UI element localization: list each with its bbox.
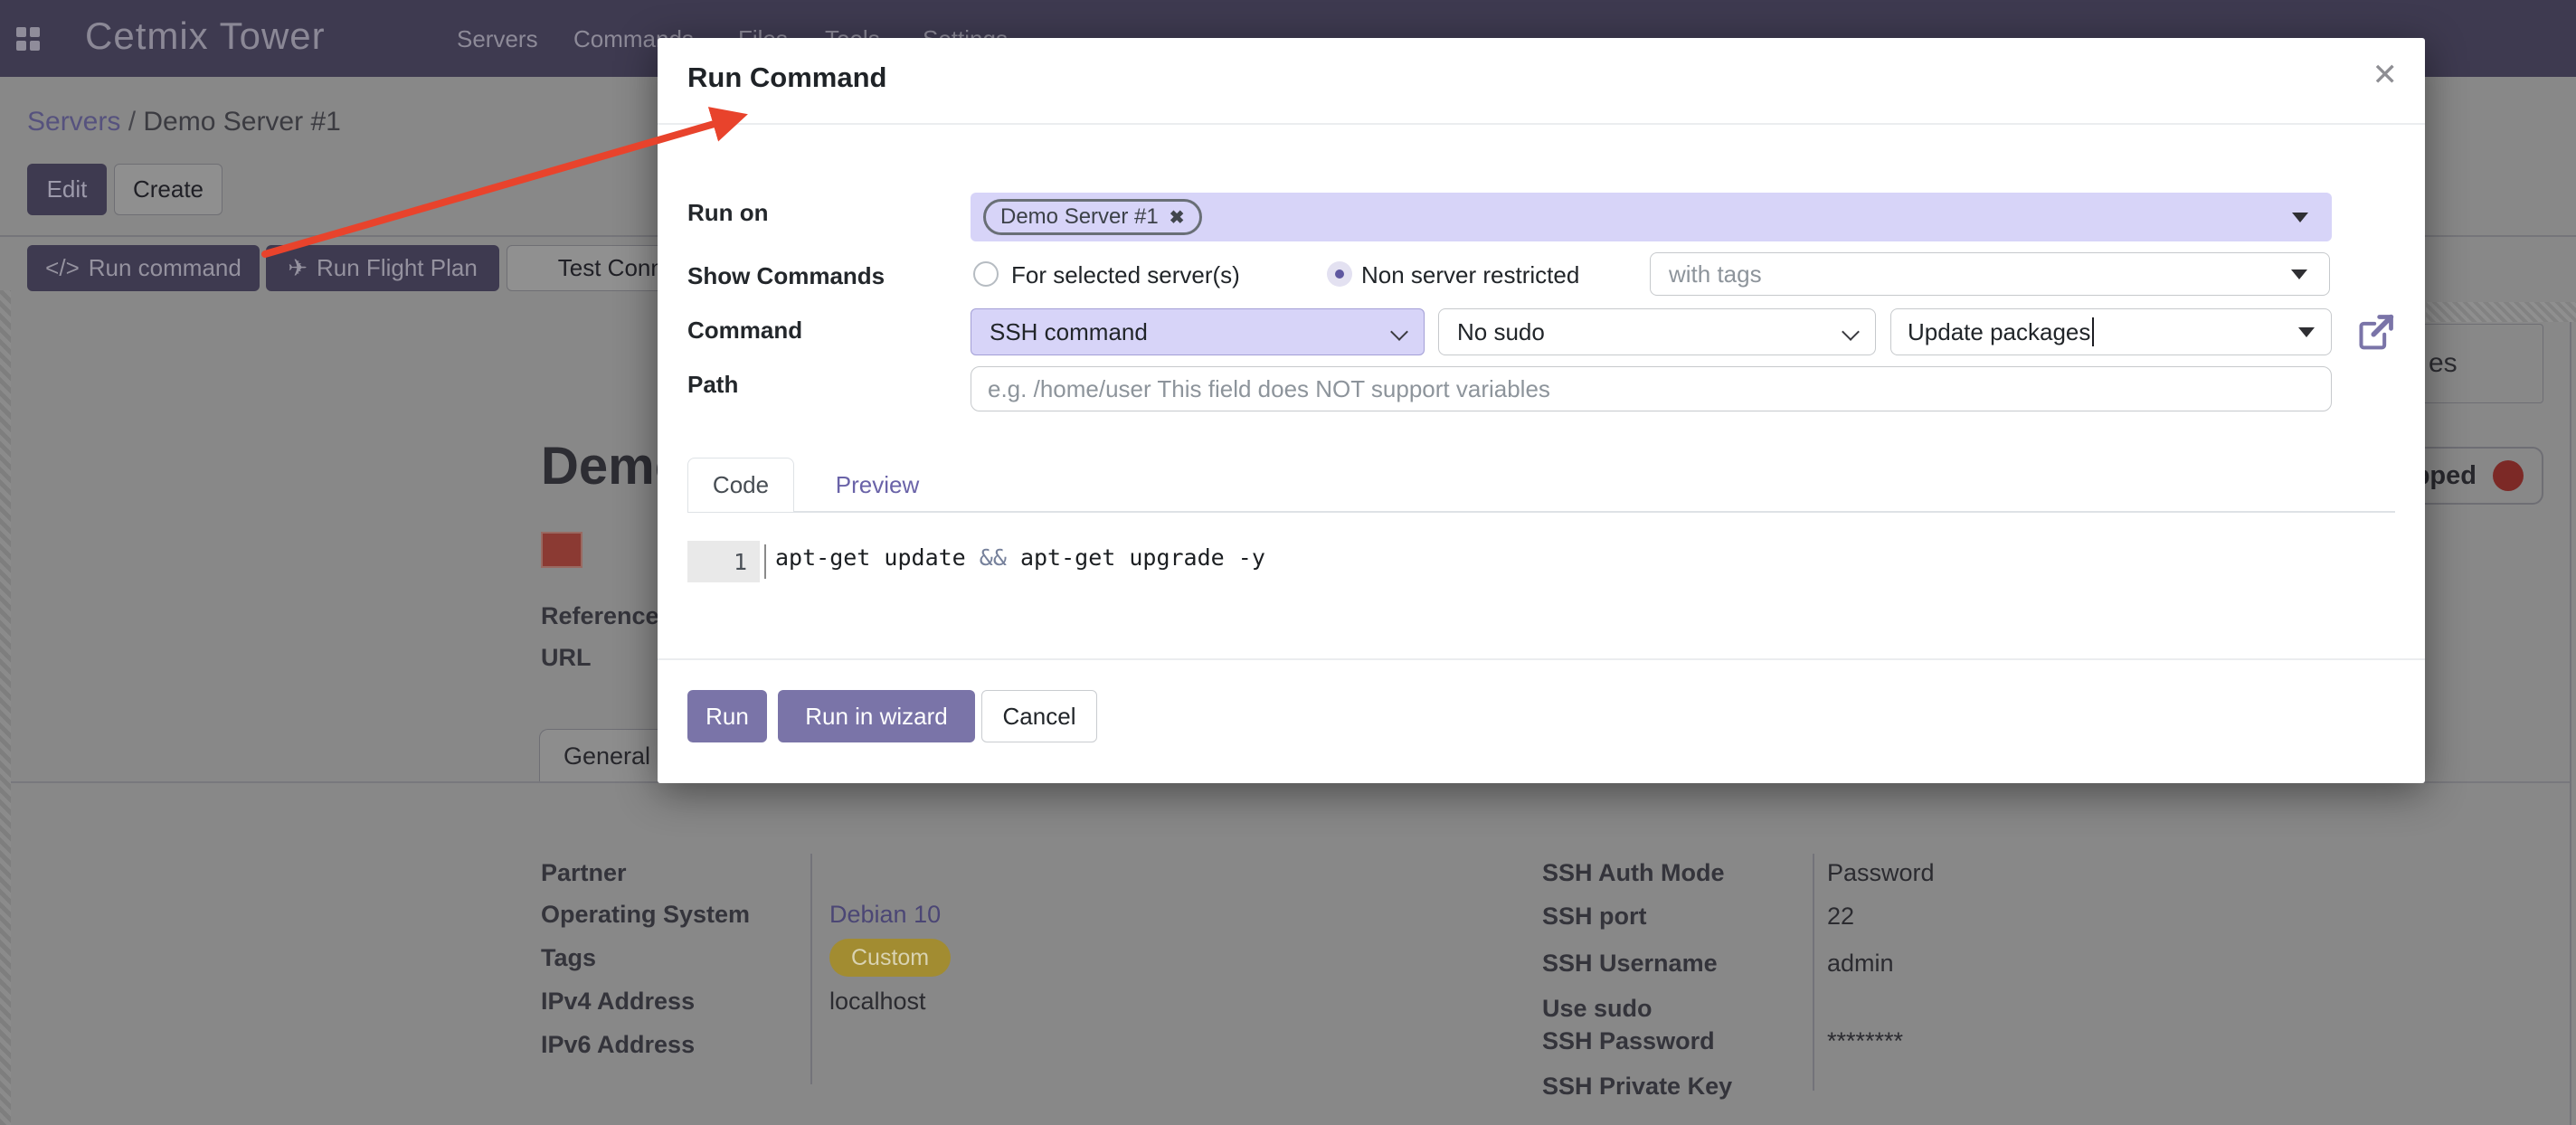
ssh-auth-mode-label: SSH Auth Mode (1542, 859, 1725, 887)
radio-for-selected-servers[interactable] (973, 261, 999, 287)
tags-filter-input[interactable]: with tags (1650, 252, 2330, 296)
create-button[interactable]: Create (114, 164, 223, 215)
command-type-select[interactable]: SSH command (971, 308, 1425, 355)
tags-label: Tags (541, 944, 596, 972)
path-input[interactable]: e.g. /home/user This field does NOT supp… (971, 366, 2332, 411)
caret-down-icon[interactable] (2291, 269, 2307, 279)
edit-button[interactable]: Edit (27, 164, 107, 215)
run-on-field[interactable]: Demo Server #1 ✖ (971, 193, 2332, 241)
modal-title: Run Command (687, 61, 886, 94)
path-placeholder: e.g. /home/user This field does NOT supp… (988, 375, 1550, 403)
os-label: Operating System (541, 901, 750, 929)
tags-filter-placeholder: with tags (1669, 260, 1762, 288)
code-icon: </> (45, 254, 80, 282)
ssh-password-label: SSH Password (1542, 1027, 1715, 1055)
server-tag-label: Demo Server #1 (1000, 204, 1159, 230)
caret-down-icon[interactable] (2298, 327, 2315, 337)
sheet-right-edge (2570, 321, 2571, 1125)
code-text: apt-get update (775, 544, 980, 571)
command-label: Command (687, 317, 802, 345)
run-flight-plan-label: Run Flight Plan (317, 254, 478, 282)
ipv4-value: localhost (829, 988, 926, 1016)
tab-bar-divider (687, 511, 2395, 513)
tag-custom-badge: Custom (829, 939, 951, 977)
modal-footer-divider (658, 658, 2425, 660)
cancel-button[interactable]: Cancel (981, 690, 1097, 742)
info-divider-right (1813, 854, 1814, 1091)
nav-item-servers[interactable]: Servers (457, 25, 538, 53)
code-editor-line[interactable]: apt-get update && apt-get upgrade -y (775, 544, 1265, 571)
run-flight-plan-button[interactable]: ✈ Run Flight Plan (266, 245, 499, 291)
url-label: URL (541, 644, 592, 672)
status-dot-icon (2493, 460, 2524, 491)
ssh-password-value: ******** (1827, 1027, 1903, 1055)
breadcrumb-servers-link[interactable]: Servers (27, 107, 120, 137)
breadcrumb-separator: / (128, 107, 136, 137)
sheet-top-hatch (2426, 302, 2576, 322)
tab-general-label: General (564, 742, 650, 770)
server-tag[interactable]: Demo Server #1 ✖ (983, 199, 1202, 235)
modal-header-divider (658, 123, 2425, 125)
show-commands-label: Show Commands (687, 262, 885, 290)
external-link-icon[interactable] (2356, 312, 2396, 352)
use-sudo-label: Use sudo (1542, 995, 1653, 1023)
command-select-input[interactable]: Update packages (1890, 308, 2332, 355)
ssh-auth-mode-value: Password (1827, 859, 1935, 887)
ssh-port-label: SSH port (1542, 903, 1647, 931)
code-operator: && (980, 544, 1007, 571)
run-button[interactable]: Run (687, 690, 767, 742)
tab-code[interactable]: Code (687, 458, 794, 512)
run-command-button[interactable]: </> Run command (27, 245, 260, 291)
caret-down-icon[interactable] (2292, 213, 2308, 222)
breadcrumb: Servers / Demo Server #1 (27, 107, 341, 137)
ipv6-label: IPv6 Address (541, 1031, 695, 1059)
os-value-link[interactable]: Debian 10 (829, 901, 941, 929)
run-command-label: Run command (89, 254, 242, 282)
command-value: Update packages (1908, 318, 2090, 346)
run-command-modal: Run Command ✕ Run on Demo Server #1 ✖ Sh… (658, 38, 2425, 783)
partner-label: Partner (541, 859, 627, 887)
radio-non-server-restricted[interactable] (1327, 261, 1352, 287)
sudo-value: No sudo (1457, 318, 1545, 346)
run-in-wizard-button[interactable]: Run in wizard (778, 690, 975, 742)
sudo-select[interactable]: No sudo (1438, 308, 1876, 355)
chevron-down-icon (1842, 323, 1860, 341)
code-line-number: 1 (687, 541, 760, 582)
server-color-swatch[interactable] (541, 532, 582, 568)
ipv4-label: IPv4 Address (541, 988, 695, 1016)
breadcrumb-current: Demo Server #1 (143, 107, 340, 137)
radio-non-server-restricted-label[interactable]: Non server restricted (1361, 261, 1579, 289)
remove-tag-icon[interactable]: ✖ (1170, 206, 1185, 229)
command-type-value: SSH command (990, 318, 1148, 346)
reference-label: Reference (541, 602, 659, 630)
radio-for-selected-servers-label[interactable]: For selected server(s) (1011, 261, 1240, 289)
ssh-username-label: SSH Username (1542, 950, 1718, 978)
close-icon[interactable]: ✕ (2372, 60, 2399, 90)
code-text: apt-get upgrade -y (1007, 544, 1265, 571)
plane-icon: ✈ (288, 254, 308, 282)
ssh-username-value: admin (1827, 950, 1894, 978)
ssh-port-value: 22 (1827, 903, 1854, 931)
tab-preview[interactable]: Preview (810, 458, 945, 512)
text-cursor (2092, 317, 2094, 346)
path-label: Path (687, 371, 738, 399)
info-divider-left (810, 854, 812, 1084)
ssh-private-key-label: SSH Private Key (1542, 1073, 1732, 1101)
run-on-label: Run on (687, 199, 769, 227)
code-editor-cursor (764, 544, 766, 579)
partial-smart-button-label: es (2429, 348, 2458, 379)
app-title: Cetmix Tower (85, 14, 326, 58)
apps-grid-icon[interactable] (16, 27, 41, 51)
sheet-left-margin (0, 290, 11, 1125)
chevron-down-icon (1390, 323, 1408, 341)
